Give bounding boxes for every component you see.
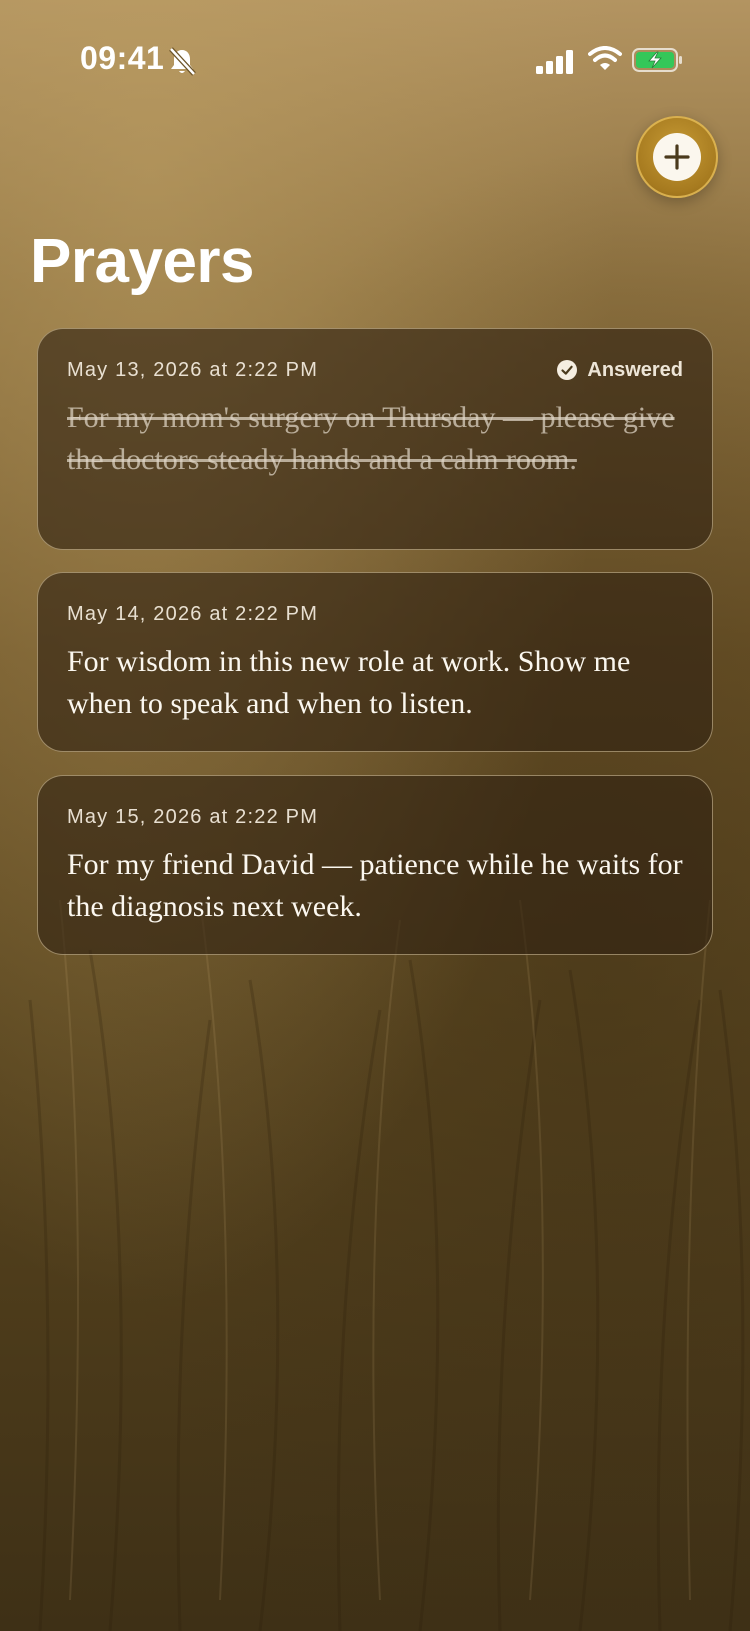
answered-label: Answered — [587, 358, 683, 381]
bell-slash-icon — [169, 47, 196, 76]
add-button-circle — [653, 133, 701, 181]
plus-icon — [664, 144, 690, 170]
page-title: Prayers — [30, 227, 255, 296]
cellular-signal-icon — [536, 50, 573, 74]
prayer-text: For my friend David — patience while he … — [67, 848, 683, 923]
prayer-card[interactable]: May 13, 2026 at 2:22 PM Answered For my … — [37, 328, 713, 550]
answered-badge: Answered — [556, 357, 683, 383]
prayer-card[interactable]: May 14, 2026 at 2:22 PM For wisdom in th… — [37, 572, 713, 752]
checkmark-circle-icon — [557, 360, 578, 380]
status-time: 09:41 — [80, 40, 165, 76]
status-bar: 09:41 — [0, 0, 750, 120]
prayer-text: For wisdom in this new role at work. Sho… — [67, 645, 631, 720]
wifi-icon — [588, 46, 622, 70]
battery-charging-icon — [632, 48, 682, 72]
prayer-date: May 15, 2026 at 2:22 PM — [67, 806, 319, 828]
prayer-text: For my mom's surgery on Thursday — pleas… — [67, 401, 675, 476]
prayer-card[interactable]: May 15, 2026 at 2:22 PM For my friend Da… — [37, 775, 713, 955]
add-prayer-button[interactable] — [636, 116, 718, 198]
prayer-date: May 14, 2026 at 2:22 PM — [67, 603, 319, 625]
